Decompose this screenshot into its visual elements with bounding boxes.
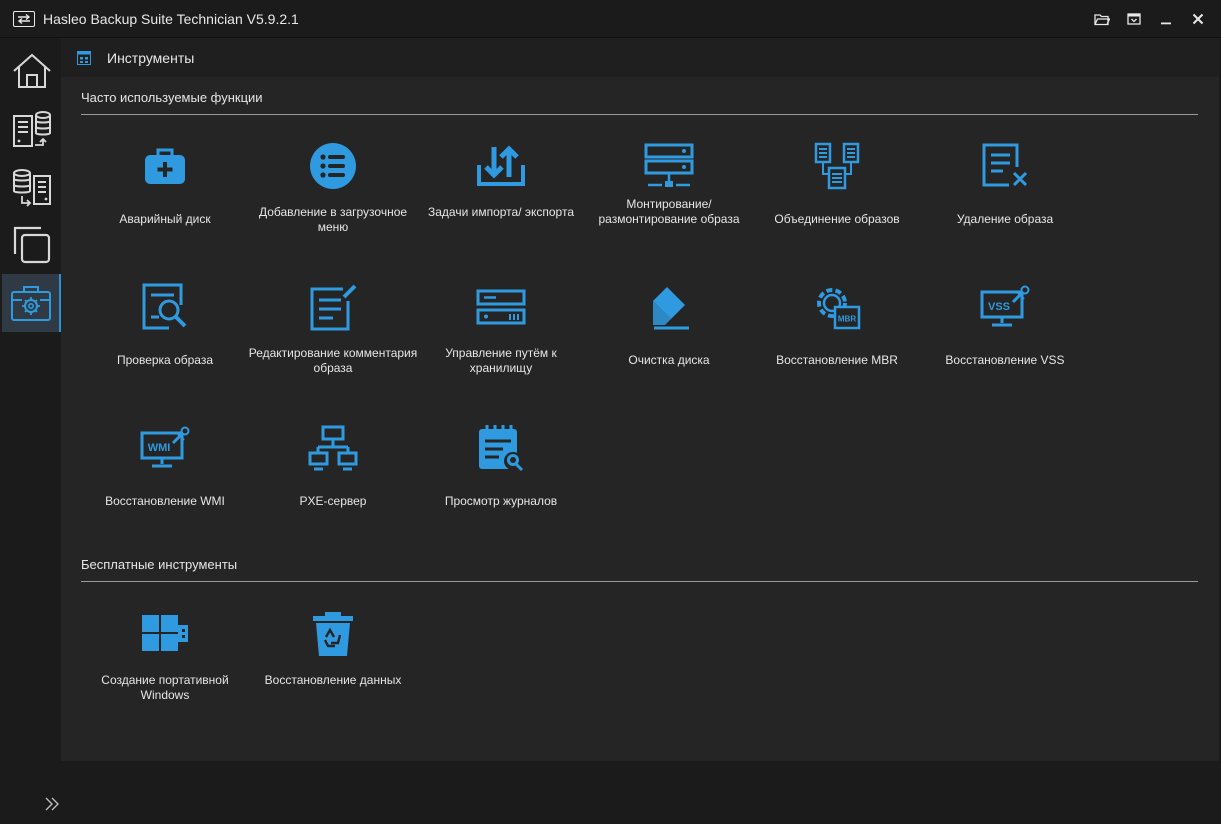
sidebar: [2, 38, 61, 822]
tool-portable-windows[interactable]: Создание портативной Windows: [80, 606, 250, 734]
tool-data-recovery[interactable]: Восстановление данных: [248, 606, 418, 734]
menu-button[interactable]: [1122, 8, 1146, 30]
edit-document-icon: [310, 284, 357, 331]
sidebar-item-home[interactable]: [2, 42, 61, 100]
page-header: Инструменты: [61, 38, 1219, 77]
tool-label: Задачи импорта/ экспорта: [428, 205, 574, 219]
tool-wmi-restore[interactable]: WMI Восстановление WMI: [80, 420, 250, 548]
backup-icon: [12, 111, 51, 147]
minimize-icon: [1161, 22, 1171, 25]
vss-monitor-icon: VSS: [980, 285, 1030, 327]
bottom-bar: [61, 761, 1219, 822]
recycle-bin-icon: [313, 612, 353, 656]
close-icon: [1192, 13, 1204, 25]
storage-path-icon: [476, 289, 526, 325]
tool-edit-comment[interactable]: Редактирование комментария образа: [248, 279, 418, 407]
tool-label: PXE-сервер: [299, 494, 367, 508]
tool-vss-restore[interactable]: VSS Восстановление VSS: [920, 279, 1090, 407]
page-title: Инструменты: [107, 50, 195, 66]
tool-label: Проверка образа: [116, 353, 214, 367]
wmi-monitor-icon: WMI: [140, 426, 190, 468]
sidebar-item-restore[interactable]: [2, 158, 61, 216]
restore-icon: [12, 169, 51, 207]
section-divider: [81, 581, 1198, 582]
home-icon: [12, 53, 51, 88]
tool-label: Монтирование/ размонтирование образа: [598, 197, 740, 226]
sidebar-item-tools[interactable]: [2, 274, 61, 332]
windows-usb-icon: [142, 615, 188, 651]
menu-icon: [1127, 13, 1141, 25]
clone-icon: [13, 226, 50, 264]
tool-label: Восстановление WMI: [105, 494, 225, 508]
expand-sidebar-button[interactable]: [44, 796, 62, 814]
sidebar-item-clone[interactable]: [2, 216, 61, 274]
tool-check-image[interactable]: Проверка образа: [80, 279, 250, 407]
tools-icon: [10, 286, 51, 321]
tool-merge-images[interactable]: Объединение образов: [752, 138, 922, 266]
tool-delete-image[interactable]: Удаление образа: [920, 138, 1090, 266]
svg-text:MBR: MBR: [838, 315, 856, 324]
tool-label: Управление путём к хранилищу: [445, 346, 557, 375]
tool-emergency-disk[interactable]: Аварийный диск: [80, 138, 250, 266]
tool-import-export[interactable]: Задачи импорта/ экспорта: [416, 138, 586, 266]
window-title: Hasleo Backup Suite Technician V5.9.2.1: [43, 11, 299, 27]
tool-label: Удаление образа: [956, 212, 1054, 226]
tool-label: Просмотр журналов: [444, 494, 558, 508]
tool-label: Очистка диска: [628, 353, 710, 367]
list-circle-icon: [310, 143, 356, 189]
main-content: Инструменты Часто используемые функции А…: [61, 38, 1219, 761]
mbr-gear-icon: MBR: [817, 288, 861, 330]
tool-label: Редактирование комментария образа: [248, 346, 418, 375]
tool-label: Добавление в загрузочное меню: [258, 205, 408, 234]
server-mount-icon: [644, 143, 694, 187]
section-divider: [81, 114, 1198, 115]
app-logo-icon: [13, 11, 35, 27]
title-bar: Hasleo Backup Suite Technician V5.9.2.1: [0, 0, 1221, 38]
double-chevron-right-icon: [45, 797, 59, 811]
tool-storage-path[interactable]: Управление путём к хранилищу: [416, 279, 586, 407]
eraser-icon: [653, 287, 689, 330]
tool-label: Объединение образов: [774, 212, 900, 226]
tool-wipe-disk[interactable]: Очистка диска: [584, 279, 754, 407]
section-title-free: Бесплатные инструменты: [81, 557, 238, 572]
delete-document-icon: [982, 143, 1028, 187]
section-title-frequent: Часто используемые функции: [81, 90, 263, 105]
minimize-button[interactable]: [1154, 8, 1178, 30]
import-export-icon: [477, 145, 525, 186]
tool-label: Восстановление VSS: [945, 353, 1065, 367]
tool-label: Восстановление MBR: [776, 353, 898, 367]
log-viewer-icon: [479, 425, 524, 472]
tool-pxe-server[interactable]: PXE-сервер: [248, 420, 418, 548]
tool-label: Аварийный диск: [119, 212, 211, 226]
tool-boot-menu[interactable]: Добавление в загрузочное меню: [248, 138, 418, 266]
folder-icon: [1094, 13, 1110, 25]
search-document-icon: [142, 283, 187, 330]
tool-label: Создание портативной Windows: [101, 673, 229, 702]
sidebar-item-backup[interactable]: [2, 100, 61, 158]
tool-view-logs[interactable]: Просмотр журналов: [416, 420, 586, 548]
open-folder-button[interactable]: [1090, 8, 1114, 30]
svg-text:VSS: VSS: [988, 301, 1010, 313]
merge-files-icon: [814, 142, 860, 190]
close-button[interactable]: [1186, 8, 1210, 30]
tool-label: Восстановление данных: [264, 673, 402, 687]
tools-grid-icon: [77, 51, 91, 65]
svg-text:WMI: WMI: [148, 442, 171, 454]
tool-mount[interactable]: Монтирование/ размонтирование образа: [584, 138, 754, 266]
network-icon: [308, 425, 358, 471]
first-aid-kit-icon: [145, 148, 185, 184]
tool-mbr-restore[interactable]: MBR Восстановление MBR: [752, 279, 922, 407]
